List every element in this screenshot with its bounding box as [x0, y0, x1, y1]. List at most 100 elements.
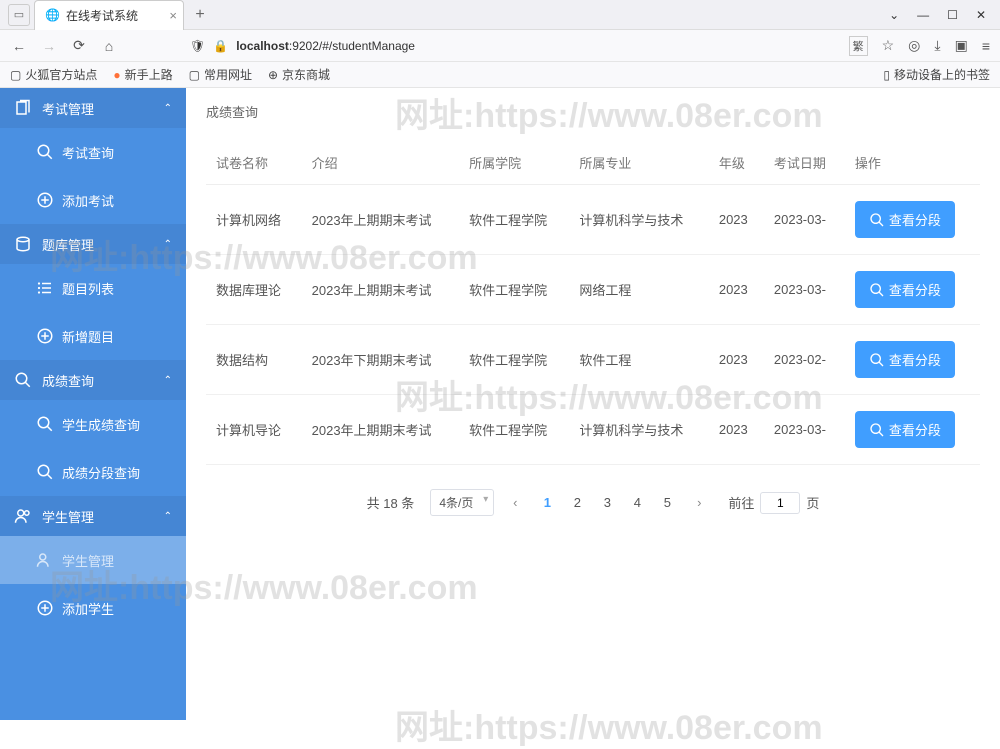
sidebar-item-student-manage[interactable]: 学生管理: [0, 536, 186, 584]
firefox-icon: ●: [113, 68, 120, 82]
view-segment-button[interactable]: 查看分段: [855, 341, 955, 378]
chevron-up-icon: ⌃: [164, 375, 172, 386]
exam-table: 试卷名称 介绍 所属学院 所属专业 年级 考试日期 操作 计算机网络 2023年…: [206, 141, 980, 465]
search-icon: [36, 463, 54, 481]
prev-page-button[interactable]: ‹: [502, 490, 528, 516]
window-maximize-icon[interactable]: ☐: [947, 8, 958, 22]
next-page-button[interactable]: ›: [686, 490, 712, 516]
goto-suffix: 页: [806, 493, 819, 512]
menu-group-score[interactable]: 成绩查询 ⌃: [0, 360, 186, 400]
download-icon[interactable]: ⤓: [934, 37, 940, 54]
chevron-down-icon[interactable]: ⌄: [889, 8, 899, 22]
bookmark-star-icon[interactable]: ☆: [882, 37, 895, 54]
cell-college: 软件工程学院: [459, 325, 569, 395]
page-3[interactable]: 3: [596, 495, 618, 510]
cell-date: 2023-02-: [764, 325, 845, 395]
shield-icon: 🛡: [190, 39, 205, 53]
page-1[interactable]: 1: [536, 495, 558, 510]
extensions-icon[interactable]: ▣: [955, 37, 968, 54]
bookmark-item[interactable]: ●新手上路: [113, 66, 172, 83]
cell-college: 软件工程学院: [459, 255, 569, 325]
lock-icon: 🔒: [213, 39, 228, 53]
sidebar-item-student-score[interactable]: 学生成绩查询: [0, 400, 186, 448]
mobile-icon: ▯: [883, 68, 890, 82]
page-4[interactable]: 4: [626, 495, 648, 510]
window-minimize-icon[interactable]: —: [917, 8, 929, 22]
sidebar-item-add-question[interactable]: 新增题目: [0, 312, 186, 360]
translate-icon[interactable]: 繁: [849, 36, 868, 56]
col-intro: 介绍: [302, 141, 459, 185]
search-icon: [869, 422, 885, 438]
browser-tab-strip: ▭ 🌐 在线考试系统 × + ⌄ — ☐ ✕: [0, 0, 1000, 30]
page-5[interactable]: 5: [656, 495, 678, 510]
list-icon: [36, 279, 54, 297]
table-row: 计算机网络 2023年上期期末考试 软件工程学院 计算机科学与技术 2023 2…: [206, 185, 980, 255]
col-major: 所属专业: [569, 141, 709, 185]
view-segment-button[interactable]: 查看分段: [855, 411, 955, 448]
papers-icon: [14, 99, 32, 117]
browser-navbar: ← → ⟳ ⌂ 🛡 🔒 localhost:9202/#/studentMana…: [0, 30, 1000, 62]
back-button[interactable]: ←: [10, 37, 28, 55]
cell-action: 查看分段: [845, 325, 980, 395]
cell-name: 数据结构: [206, 325, 302, 395]
view-segment-button[interactable]: 查看分段: [855, 201, 955, 238]
account-icon[interactable]: ◎: [908, 37, 920, 54]
sidebar-item-add-student[interactable]: 添加学生: [0, 584, 186, 632]
col-grade: 年级: [709, 141, 764, 185]
menu-group-question[interactable]: 题库管理 ⌃: [0, 224, 186, 264]
home-button[interactable]: ⌂: [100, 37, 118, 55]
search-icon: [36, 415, 54, 433]
search-icon: [869, 352, 885, 368]
cell-name: 计算机网络: [206, 185, 302, 255]
sidebar-item-question-list[interactable]: 题目列表: [0, 264, 186, 312]
sidebar-item-add-exam[interactable]: 添加考试: [0, 176, 186, 224]
cell-college: 软件工程学院: [459, 185, 569, 255]
table-row: 数据结构 2023年下期期末考试 软件工程学院 软件工程 2023 2023-0…: [206, 325, 980, 395]
page-size-select[interactable]: 4条/页: [430, 489, 494, 516]
plus-circle-icon: [36, 327, 54, 345]
reload-button[interactable]: ⟳: [70, 37, 88, 55]
globe-icon: 🌐: [45, 8, 60, 22]
forward-button[interactable]: →: [40, 37, 58, 55]
bookmark-item[interactable]: ▢常用网址: [189, 66, 252, 83]
tab-list-icon[interactable]: ▭: [8, 4, 30, 26]
cell-intro: 2023年上期期末考试: [302, 185, 459, 255]
menu-group-student[interactable]: 学生管理 ⌃: [0, 496, 186, 536]
page-2[interactable]: 2: [566, 495, 588, 510]
tab-close-icon[interactable]: ×: [169, 8, 177, 23]
cell-major: 网络工程: [569, 255, 709, 325]
main-content: 成绩查询 试卷名称 介绍 所属学院 所属专业 年级 考试日期 操作 计算机网络 …: [186, 88, 1000, 720]
sidebar: 考试管理 ⌃ 考试查询 添加考试 题库管理 ⌃ 题目列表: [0, 88, 186, 720]
col-college: 所属学院: [459, 141, 569, 185]
cell-date: 2023-03-: [764, 395, 845, 465]
bookmark-item[interactable]: ⊕京东商城: [268, 66, 330, 83]
sidebar-item-score-range[interactable]: 成绩分段查询: [0, 448, 186, 496]
mobile-bookmarks[interactable]: ▯移动设备上的书签: [883, 66, 990, 83]
cell-grade: 2023: [709, 185, 764, 255]
new-tab-button[interactable]: +: [188, 3, 212, 27]
table-row: 数据库理论 2023年上期期末考试 软件工程学院 网络工程 2023 2023-…: [206, 255, 980, 325]
bookmark-item[interactable]: ▢火狐官方站点: [10, 66, 97, 83]
cell-date: 2023-03-: [764, 255, 845, 325]
pagination: 共 18 条 4条/页 ‹ 1 2 3 4 5 › 前往 页: [206, 489, 980, 516]
view-segment-button[interactable]: 查看分段: [855, 271, 955, 308]
database-icon: [14, 235, 32, 253]
browser-tab-active[interactable]: 🌐 在线考试系统 ×: [34, 0, 184, 30]
cell-action: 查看分段: [845, 185, 980, 255]
chevron-up-icon: ⌃: [164, 239, 172, 250]
url-bar[interactable]: 🛡 🔒 localhost:9202/#/studentManage: [130, 39, 837, 53]
users-icon: [14, 507, 32, 525]
menu-group-exam[interactable]: 考试管理 ⌃: [0, 88, 186, 128]
goto-page-input[interactable]: [760, 492, 800, 514]
search-icon: [36, 143, 54, 161]
table-header-row: 试卷名称 介绍 所属学院 所属专业 年级 考试日期 操作: [206, 141, 980, 185]
breadcrumb: 成绩查询: [206, 102, 980, 121]
folder-icon: ▢: [10, 68, 21, 82]
window-close-icon[interactable]: ✕: [976, 8, 986, 22]
sidebar-item-exam-query[interactable]: 考试查询: [0, 128, 186, 176]
jd-icon: ⊕: [268, 68, 278, 82]
menu-icon[interactable]: ≡: [982, 38, 990, 54]
cell-intro: 2023年上期期末考试: [302, 395, 459, 465]
cell-name: 数据库理论: [206, 255, 302, 325]
cell-intro: 2023年上期期末考试: [302, 255, 459, 325]
